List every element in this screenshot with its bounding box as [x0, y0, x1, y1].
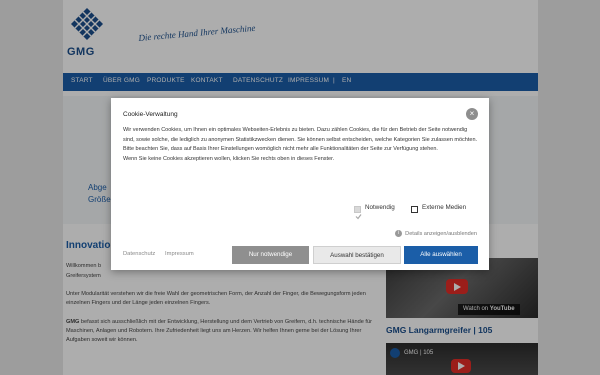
details-label: Details anzeigen/ausblenden: [405, 230, 477, 237]
cookie-text-hint: Wenn Sie keine Cookies akzeptieren wolle…: [123, 155, 335, 162]
cookie-dialog: Cookie-Verwaltung × Wir verwenden Cookie…: [111, 98, 489, 270]
necessary-label: Notwendig: [365, 204, 395, 211]
external-media-label: Externe Medien: [422, 204, 467, 211]
cookie-dialog-title: Cookie-Verwaltung: [123, 111, 178, 118]
necessary-checkbox[interactable]: [354, 206, 362, 220]
confirm-selection-button[interactable]: Auswahl bestätigen: [313, 246, 401, 264]
cookie-dialog-text: Wir verwenden Cookies, um Ihnen ein opti…: [123, 126, 479, 164]
select-all-button[interactable]: Alle auswählen: [404, 246, 478, 264]
checkmark-icon: [355, 214, 362, 220]
imprint-link[interactable]: Impressum: [165, 251, 194, 257]
external-media-checkbox[interactable]: [411, 206, 418, 213]
info-icon: i: [395, 230, 403, 237]
cookie-text-main: Wir verwenden Cookies, um Ihnen ein opti…: [123, 127, 478, 153]
close-icon[interactable]: ×: [466, 108, 478, 120]
privacy-link[interactable]: Datenschutz: [123, 251, 155, 257]
only-necessary-button[interactable]: Nur notwendige: [232, 246, 309, 264]
details-toggle[interactable]: i Details anzeigen/ausblenden: [395, 230, 477, 237]
